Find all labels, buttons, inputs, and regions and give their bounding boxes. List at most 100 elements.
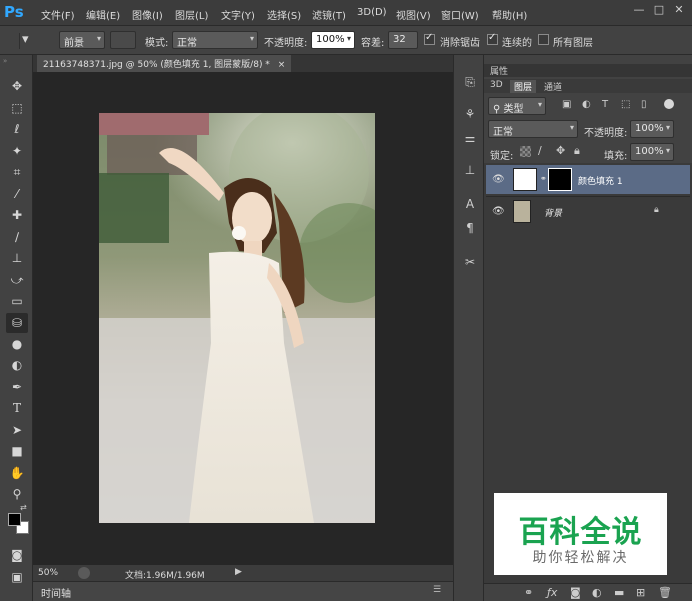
fill-source-select[interactable]: 前景 ▾	[59, 31, 105, 49]
clone-source-icon[interactable]: ⊥	[460, 161, 480, 179]
trash-icon[interactable]: 🗑︎	[658, 586, 672, 599]
filter-type-icon[interactable]: T	[602, 99, 608, 110]
zoom-icon[interactable]: ⚲	[6, 484, 28, 504]
properties-panel-header: 属性	[484, 64, 692, 77]
menu-select[interactable]: 选择(S)	[267, 7, 301, 22]
paint-bucket-icon[interactable]: ⛁	[6, 313, 28, 333]
quick-mask-icon[interactable]: ◙	[6, 545, 28, 565]
antialias-checkbox[interactable]	[424, 32, 435, 45]
paint-bucket-preset-icon[interactable]: ▾	[22, 32, 46, 50]
brush-icon[interactable]: ∕	[6, 227, 28, 247]
history-brush-icon[interactable]: ⤻	[6, 270, 28, 290]
layer-row-color-fill[interactable]: 👁︎ ⚭ 颜色填充 1	[486, 165, 690, 194]
lock-pixels-icon[interactable]: ∕	[538, 144, 542, 157]
layer-name[interactable]: 背景	[544, 206, 562, 219]
lasso-icon[interactable]: ℓ	[6, 119, 28, 139]
layers-bottom-toolbar: ⚭ ƒx ◙ ◐ ▬ ⊞ 🗑︎	[484, 583, 692, 601]
layer-filter-select[interactable]: ⚲ 类型 ▾	[488, 97, 546, 115]
type-icon[interactable]: T	[6, 398, 28, 418]
tab-close-icon[interactable]: ×	[278, 60, 286, 70]
close-button[interactable]: ✕	[671, 3, 687, 17]
tool-presets-icon[interactable]: ✂	[460, 253, 480, 271]
lock-all-icon[interactable]: 🔒︎	[574, 144, 580, 158]
path-select-icon[interactable]: ➤	[6, 420, 28, 440]
document-tab[interactable]: 21163748371.jpg @ 50% (颜色填充 1, 图层蒙版/8) *…	[37, 55, 292, 72]
eraser-icon[interactable]: ▭	[6, 291, 28, 311]
paragraph-panel-icon[interactable]: ¶	[460, 219, 480, 237]
tab-channels[interactable]: 通道	[544, 80, 562, 93]
blend-mode-select[interactable]: 正常 ▾	[488, 120, 578, 138]
layer-mask-thumbnail[interactable]	[548, 168, 572, 191]
pen-icon[interactable]: ✒	[6, 377, 28, 397]
move-icon[interactable]: ✥	[6, 76, 28, 96]
crop-icon[interactable]: ⌗	[6, 162, 28, 182]
menu-type[interactable]: 文字(Y)	[221, 7, 255, 22]
screen-mode-icon[interactable]: ▣	[6, 567, 28, 587]
menu-image[interactable]: 图像(I)	[132, 7, 163, 22]
marquee-icon[interactable]: ⬚	[6, 98, 28, 118]
mode-select[interactable]: 正常 ▾	[172, 31, 258, 49]
lock-position-icon[interactable]: ✥	[556, 144, 565, 157]
swap-colors-icon[interactable]: ⇄	[20, 503, 27, 512]
filter-smart-object-icon[interactable]: ▯	[641, 99, 647, 110]
fill-input[interactable]: 100% ▾	[630, 143, 674, 161]
filter-shape-icon[interactable]: ⬚	[621, 99, 630, 110]
timeline-panel[interactable]: 时间轴 ☰	[33, 581, 453, 601]
healing-icon[interactable]: ✚	[6, 205, 28, 225]
menu-filter[interactable]: 滤镜(T)	[312, 7, 346, 22]
fx-icon[interactable]: ƒx	[547, 586, 557, 599]
menu-view[interactable]: 视图(V)	[396, 7, 431, 22]
tab-layers[interactable]: 图层	[510, 80, 537, 93]
eyedropper-icon[interactable]: ⁄	[6, 184, 28, 204]
group-folder-icon[interactable]: ▬	[614, 586, 624, 599]
character-panel-icon[interactable]: A	[460, 195, 480, 213]
tab-properties[interactable]: 属性	[490, 64, 508, 77]
dodge-icon[interactable]: ◐	[6, 355, 28, 375]
history-panel-icon[interactable]: ⎘	[460, 73, 480, 91]
adjustments-icon[interactable]: ⚌	[460, 129, 480, 147]
link-layers-icon[interactable]: ⚭	[524, 586, 533, 599]
menu-window[interactable]: 窗口(W)	[441, 7, 479, 22]
visibility-eye-icon[interactable]: 👁︎	[492, 206, 505, 217]
chain-link-icon[interactable]: ⚭	[540, 174, 547, 183]
layer-name[interactable]: 颜色填充 1	[578, 174, 623, 187]
collapse-arrows-icon[interactable]: »	[3, 57, 30, 65]
status-info-icon[interactable]	[78, 567, 90, 579]
foreground-color-swatch[interactable]	[8, 513, 21, 526]
menu-edit[interactable]: 编辑(E)	[86, 7, 120, 22]
panel-menu-icon[interactable]: ☰	[433, 585, 441, 595]
tolerance-input[interactable]: 32	[388, 31, 418, 49]
hand-icon[interactable]: ✋	[6, 463, 28, 483]
filter-adjustment-icon[interactable]: ◐	[582, 99, 591, 110]
status-menu-arrow-icon[interactable]: ▶	[235, 567, 242, 577]
add-mask-icon[interactable]: ◙	[570, 586, 581, 599]
opacity-input[interactable]: 100% ▾	[311, 31, 355, 49]
menu-3d[interactable]: 3D(D)	[357, 7, 387, 18]
tab-3d[interactable]: 3D	[490, 80, 503, 90]
magic-wand-icon[interactable]: ✦	[6, 141, 28, 161]
menu-file[interactable]: 文件(F)	[41, 7, 75, 22]
maximize-button[interactable]: □	[651, 3, 667, 17]
blur-icon[interactable]: ●	[6, 334, 28, 354]
menu-layer[interactable]: 图层(L)	[175, 7, 208, 22]
filter-toggle-icon[interactable]	[664, 99, 674, 109]
layer-opacity-input[interactable]: 100% ▾	[630, 120, 674, 138]
all-layers-checkbox[interactable]	[538, 34, 549, 45]
layer-row-background[interactable]: 👁︎ 背景 🔒︎	[486, 196, 690, 225]
stamp-icon[interactable]: ⊥	[6, 248, 28, 268]
minimize-button[interactable]: —	[631, 3, 647, 17]
document-photo[interactable]	[99, 113, 375, 523]
new-layer-icon[interactable]: ⊞	[636, 586, 645, 599]
zoom-level[interactable]: 50%	[38, 568, 58, 578]
rectangle-icon[interactable]: ■	[6, 441, 28, 461]
filter-pixel-icon[interactable]: ▣	[562, 99, 571, 110]
menu-bar: Ps 文件(F) 编辑(E) 图像(I) 图层(L) 文字(Y) 选择(S) 滤…	[0, 0, 692, 26]
contiguous-checkbox[interactable]	[487, 32, 498, 45]
menu-help[interactable]: 帮助(H)	[492, 7, 527, 22]
brush-preset-icon[interactable]: ⚘	[460, 105, 480, 123]
adjustment-layer-icon[interactable]: ◐	[592, 586, 602, 599]
watermark: 百科全说 助你轻松解决	[494, 493, 667, 575]
lock-transparent-icon[interactable]	[520, 146, 531, 157]
visibility-eye-icon[interactable]: 👁︎	[492, 174, 505, 185]
pattern-picker[interactable]	[110, 31, 136, 49]
